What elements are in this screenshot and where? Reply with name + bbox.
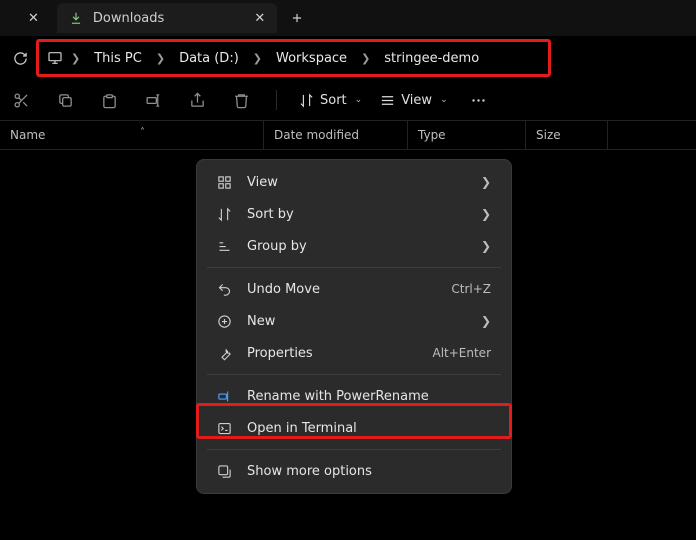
col-size-label: Size [536,128,561,142]
col-date-label: Date modified [274,128,359,142]
terminal-icon [215,421,233,436]
grid-icon [215,175,233,190]
menu-undo-move-accel: Ctrl+Z [451,282,491,296]
chevron-right-icon: ❯ [481,314,491,328]
close-icon[interactable]: ✕ [28,11,39,26]
chevron-right-icon[interactable]: ❯ [156,52,165,65]
paste-icon[interactable] [96,87,122,113]
sort-icon [215,207,233,222]
col-type[interactable]: Type [408,121,526,149]
context-menu: View ❯ Sort by ❯ Group by ❯ Undo Move Ct… [196,159,512,494]
rename-icon[interactable] [140,87,166,113]
undo-icon [215,282,233,297]
menu-group-by-label: Group by [247,239,467,254]
menu-show-more[interactable]: Show more options [201,455,507,487]
menu-sort-by-label: Sort by [247,207,467,222]
copy-icon[interactable] [52,87,78,113]
menu-separator [207,449,501,450]
download-icon [69,11,83,25]
crumb-workspace[interactable]: Workspace [270,49,353,68]
chevron-right-icon[interactable]: ❯ [253,52,262,65]
sort-indicator-icon: ˄ [140,127,145,138]
menu-undo-move[interactable]: Undo Move Ctrl+Z [201,273,507,305]
chevron-right-icon: ❯ [481,207,491,221]
menu-show-more-label: Show more options [247,464,491,479]
column-headers: Name ˄ Date modified Type Size [0,120,696,150]
cut-icon[interactable] [8,87,34,113]
menu-separator [207,267,501,268]
menu-view[interactable]: View ❯ [201,166,507,198]
menu-separator [207,374,501,375]
address-bar: ❯ This PC ❯ Data (D:) ❯ Workspace ❯ stri… [0,36,696,80]
crumb-this-pc[interactable]: This PC [88,49,148,68]
menu-group-by[interactable]: Group by ❯ [201,230,507,262]
close-icon[interactable]: ✕ [254,11,265,26]
chevron-right-icon[interactable]: ❯ [361,52,370,65]
separator [276,90,277,110]
show-more-icon [215,464,233,479]
wrench-icon [215,346,233,361]
menu-rename-powerrename-label: Rename with PowerRename [247,389,491,404]
plus-icon [215,314,233,329]
menu-view-label: View [247,175,467,190]
chevron-down-icon: ⌄ [355,95,363,105]
more-icon[interactable] [466,87,492,113]
refresh-icon[interactable] [10,48,30,68]
menu-new[interactable]: New ❯ [201,305,507,337]
menu-properties[interactable]: Properties Alt+Enter [201,337,507,369]
new-tab-button[interactable] [283,4,311,32]
delete-icon[interactable] [228,87,254,113]
crumb-drive[interactable]: Data (D:) [173,49,245,68]
menu-open-terminal[interactable]: Open in Terminal [201,412,507,444]
col-size[interactable]: Size [526,121,608,149]
share-icon[interactable] [184,87,210,113]
menu-open-terminal-label: Open in Terminal [247,421,491,436]
tab-bar: ✕ Downloads ✕ [0,0,696,36]
toolbar: Sort ⌄ View ⌄ [0,80,696,120]
breadcrumb[interactable]: ❯ This PC ❯ Data (D:) ❯ Workspace ❯ stri… [36,39,551,77]
view-label: View [401,93,432,108]
downloads-tab[interactable]: Downloads ✕ [57,3,277,33]
menu-rename-powerrename[interactable]: Rename with PowerRename [201,380,507,412]
crumb-folder[interactable]: stringee-demo [378,49,485,68]
col-date[interactable]: Date modified [264,121,408,149]
downloads-tab-label: Downloads [93,11,164,26]
col-name-label: Name [10,128,45,142]
pc-icon [47,50,63,66]
menu-undo-move-label: Undo Move [247,282,437,297]
powerrename-icon [215,389,233,404]
sort-dropdown[interactable]: Sort ⌄ [299,93,362,108]
menu-sort-by[interactable]: Sort by ❯ [201,198,507,230]
view-dropdown[interactable]: View ⌄ [380,93,447,108]
menu-properties-label: Properties [247,346,418,361]
col-type-label: Type [418,128,446,142]
group-icon [215,239,233,254]
blank-tab[interactable]: ✕ [16,3,51,33]
col-name[interactable]: Name ˄ [0,121,264,149]
sort-label: Sort [320,93,347,108]
menu-properties-accel: Alt+Enter [432,346,491,360]
chevron-down-icon: ⌄ [440,95,448,105]
chevron-right-icon[interactable]: ❯ [71,52,80,65]
content-area[interactable]: View ❯ Sort by ❯ Group by ❯ Undo Move Ct… [0,150,696,540]
chevron-right-icon: ❯ [481,175,491,189]
chevron-right-icon: ❯ [481,239,491,253]
menu-new-label: New [247,314,467,329]
